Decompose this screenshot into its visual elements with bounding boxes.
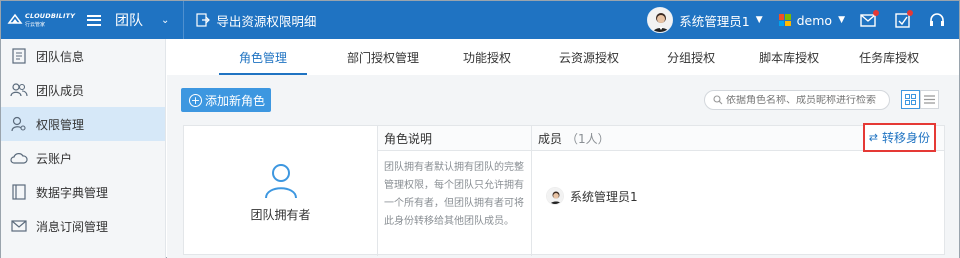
sidebar-item-permissions[interactable]: 权限管理 xyxy=(1,107,165,141)
task-icon[interactable] xyxy=(893,10,913,30)
cloud-icon xyxy=(10,149,28,167)
add-role-label: 添加新角色 xyxy=(205,93,266,108)
team-title[interactable]: 团队 xyxy=(115,10,143,30)
swap-icon: ⇄ xyxy=(868,131,878,144)
sidebar-item-team-members[interactable]: 团队成员 xyxy=(1,73,165,107)
chevron-down-icon[interactable]: ▼ xyxy=(756,15,763,25)
plus-icon: + xyxy=(189,93,202,107)
tab-task-library-auth[interactable]: 任务库授权 xyxy=(859,39,919,75)
tab-function-auth[interactable]: 功能授权 xyxy=(463,39,511,75)
document-icon xyxy=(10,47,28,65)
role-card: 团队拥有者 角色说明 团队拥有者默认拥有团队的完整管理权限，每个团队只允许拥有一… xyxy=(183,123,945,256)
sidebar-item-label: 数据字典管理 xyxy=(36,185,109,200)
main-panel: 角色管理 部门授权管理 功能授权 云资源授权 分组授权 脚本库授权 任务库授权 … xyxy=(167,39,959,258)
sidebar-item-label: 消息订阅管理 xyxy=(36,219,109,234)
search-icon xyxy=(713,95,723,105)
sidebar-item-label: 团队信息 xyxy=(36,49,85,64)
mail-icon xyxy=(10,217,28,235)
brand-logo[interactable]: CLOUDBILITY 行云管家 xyxy=(7,12,83,29)
add-role-button[interactable]: + 添加新角色 xyxy=(181,88,271,112)
sidebar-item-label: 团队成员 xyxy=(36,83,85,98)
grid-icon xyxy=(905,94,916,105)
members-header: 成员 （1人） ⇄ 转移身份 xyxy=(532,123,944,152)
tab-department-auth[interactable]: 部门授权管理 xyxy=(347,39,419,75)
users-icon xyxy=(10,81,28,99)
sidebar-item-message-subscription[interactable]: 消息订阅管理 xyxy=(1,209,165,243)
sidebar-item-data-dictionary[interactable]: 数据字典管理 xyxy=(1,175,165,209)
user-avatar[interactable] xyxy=(647,7,674,33)
tab-group-auth[interactable]: 分组授权 xyxy=(667,39,715,75)
message-icon[interactable] xyxy=(859,10,879,30)
cloud-logo-icon xyxy=(7,12,23,28)
members-count: （1人） xyxy=(566,131,610,146)
export-label: 导出资源权限明细 xyxy=(216,13,317,29)
user-name[interactable]: 系统管理员1 xyxy=(679,11,749,30)
org-name[interactable]: demo xyxy=(797,13,832,28)
avatar xyxy=(546,187,564,205)
tab-role-management[interactable]: 角色管理 xyxy=(218,39,308,75)
sidebar-item-label: 云账户 xyxy=(36,151,73,166)
list-icon xyxy=(924,95,935,104)
content-area: + 添加新角色 团队拥有者 角色说明 团队拥有者默认拥有团队的完整管理权限， xyxy=(167,75,959,258)
transfer-label: 转移身份 xyxy=(881,131,930,145)
tab-script-library-auth[interactable]: 脚本库授权 xyxy=(759,39,819,75)
export-permissions-button[interactable]: 导出资源权限明细 xyxy=(196,11,316,30)
role-description: 团队拥有者默认拥有团队的完整管理权限，每个团队只允许拥有一个所有者，但团队拥有者… xyxy=(384,162,524,227)
sidebar-item-label: 权限管理 xyxy=(36,117,85,132)
member-name: 系统管理员1 xyxy=(570,189,638,204)
role-name: 团队拥有者 xyxy=(250,207,311,222)
grid-view-button[interactable] xyxy=(901,90,920,109)
tab-bar: 角色管理 部门授权管理 功能授权 云资源授权 分组授权 脚本库授权 任务库授权 xyxy=(167,39,959,75)
search-box[interactable] xyxy=(704,90,890,110)
list-view-button[interactable] xyxy=(920,90,939,109)
brand-name: CLOUDBILITY xyxy=(25,11,76,20)
sidebar: 团队信息 团队成员 权限管理 云账户 数据字典管理 消息订阅管理 xyxy=(1,39,166,258)
user-icon xyxy=(264,163,297,198)
book-icon xyxy=(10,183,28,201)
members-header-label: 成员 xyxy=(538,131,563,146)
export-icon xyxy=(196,13,211,27)
headset-icon[interactable] xyxy=(927,10,947,30)
transfer-ownership-button[interactable]: ⇄ 转移身份 xyxy=(862,123,936,152)
list-item[interactable]: 系统管理员1 xyxy=(546,187,638,205)
user-key-icon xyxy=(10,115,28,133)
sidebar-item-cloud-account[interactable]: 云账户 xyxy=(1,141,165,175)
windows-logo-icon xyxy=(778,14,791,26)
role-description-column: 角色说明 团队拥有者默认拥有团队的完整管理权限，每个团队只允许拥有一个所有者，但… xyxy=(378,126,532,256)
sidebar-item-team-info[interactable]: 团队信息 xyxy=(1,39,165,73)
role-description-header: 角色说明 xyxy=(378,126,531,151)
search-input[interactable] xyxy=(726,94,886,106)
chevron-down-icon[interactable]: ▼ xyxy=(838,15,845,25)
role-identity: 团队拥有者 xyxy=(184,126,378,256)
divider xyxy=(183,1,185,39)
tab-cloud-resource-auth[interactable]: 云资源授权 xyxy=(559,39,619,75)
brand-subtitle: 行云管家 xyxy=(25,21,46,28)
menu-icon[interactable] xyxy=(87,14,101,26)
top-bar: CLOUDBILITY 行云管家 团队 ⌄ 导出资源权限明细 系统管理员1 ▼ xyxy=(1,1,959,39)
role-members-column: 成员 （1人） ⇄ 转移身份 系统管理员1 xyxy=(532,123,944,256)
chevron-down-icon[interactable]: ⌄ xyxy=(161,15,169,26)
